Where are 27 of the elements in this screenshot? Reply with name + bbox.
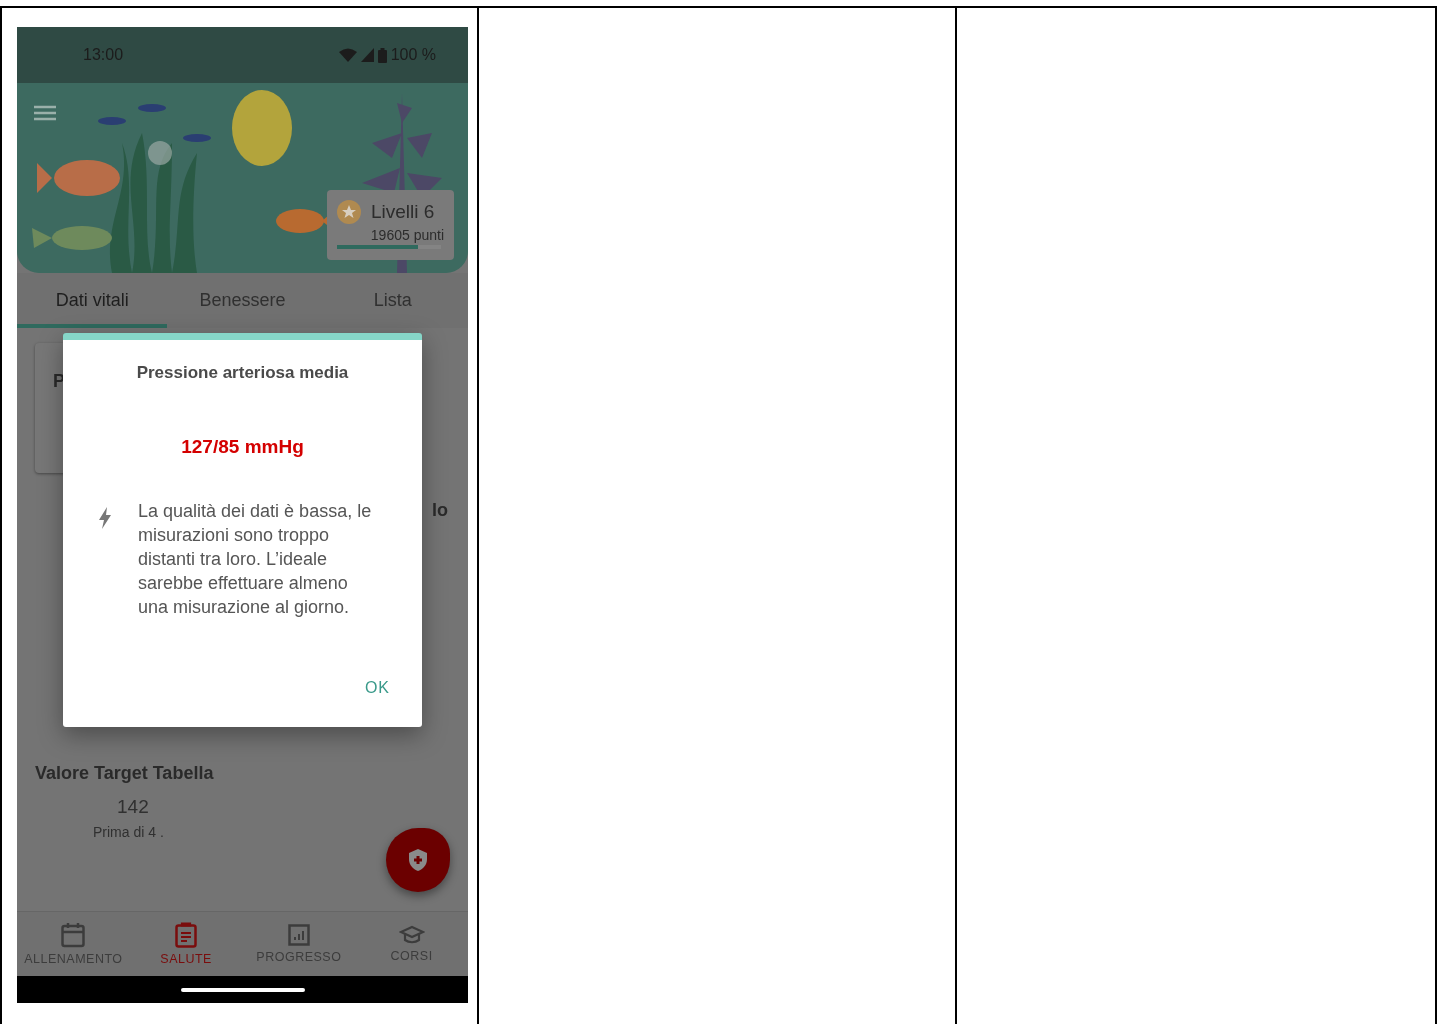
wifi-icon bbox=[338, 48, 357, 62]
ok-button[interactable]: OK bbox=[356, 675, 398, 701]
pressure-value: 127/85 mmHg bbox=[181, 436, 304, 458]
card-title: lo bbox=[432, 500, 448, 521]
shield-plus-icon bbox=[409, 849, 427, 871]
points-text: 19605 punti bbox=[369, 227, 444, 243]
clipboard-icon bbox=[175, 922, 198, 948]
tab[interactable]: Lista bbox=[317, 273, 468, 328]
dialog-title: Pressione arteriosa media bbox=[136, 363, 349, 383]
menu-icon[interactable] bbox=[34, 105, 56, 121]
bar-chart-icon bbox=[287, 924, 310, 946]
nav-item[interactable]: SALUTE bbox=[129, 912, 243, 976]
level-badge[interactable]: Livelli 6 19605 punti bbox=[327, 190, 454, 260]
target-title: Valore Target Tabella bbox=[35, 763, 214, 784]
level-title: Livelli 6 bbox=[371, 201, 435, 223]
battery-icon bbox=[377, 47, 387, 63]
signal-icon bbox=[360, 48, 374, 62]
health-fab-button[interactable] bbox=[386, 828, 450, 892]
graduation-cap-icon bbox=[398, 925, 425, 945]
home-indicator[interactable] bbox=[180, 987, 305, 992]
calendar-icon bbox=[61, 922, 86, 948]
target-note: Prima di 4 . bbox=[93, 824, 164, 840]
lightning-icon bbox=[99, 507, 111, 529]
target-value: 142 bbox=[117, 796, 149, 818]
tab[interactable]: Benessere bbox=[167, 273, 318, 328]
dialog-message: La qualità dei dati è bassa, le misurazioni sono troppo distanti tra loro. L’ideale sarebbe effettuare almeno una misurazione al giorno. bbox=[138, 500, 373, 619]
tab[interactable]: Dati vitali bbox=[17, 273, 168, 328]
